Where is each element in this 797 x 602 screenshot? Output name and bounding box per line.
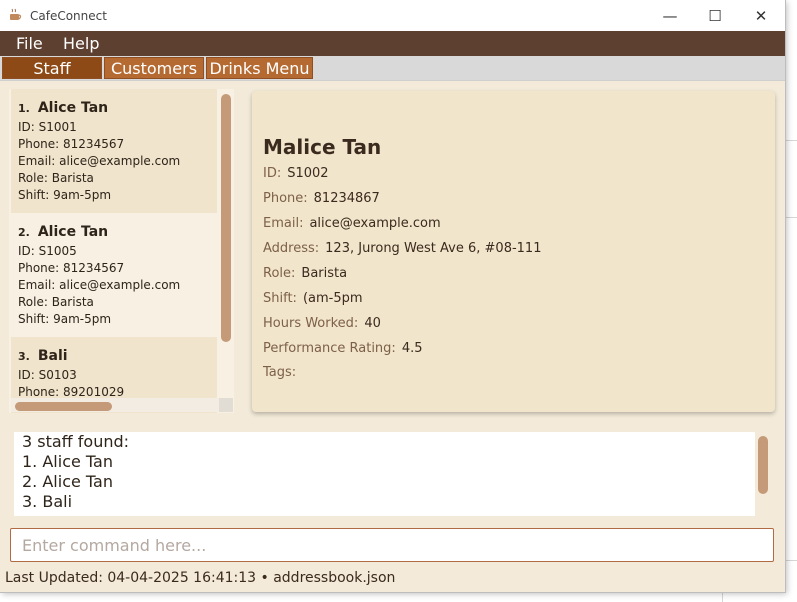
staff-card-shift: Shift: 9am-5pm xyxy=(18,188,112,202)
detail-label: Email: xyxy=(263,216,304,231)
detail-label: Tags: xyxy=(263,365,297,380)
tab-staff[interactable]: Staff xyxy=(2,57,102,79)
detail-address: Address: 123, Jurong West Ave 6, #08-111 xyxy=(263,241,541,256)
tab-customers[interactable]: Customers xyxy=(104,57,204,79)
command-box xyxy=(10,528,774,562)
detail-shift: Shift: (am-5pm xyxy=(263,291,363,306)
scrollbar-corner xyxy=(219,398,233,412)
detail-phone: Phone: 81234867 xyxy=(263,191,380,206)
staff-card-phone: Phone: 81234567 xyxy=(18,137,125,151)
menu-bar: File Help xyxy=(0,31,785,56)
staff-card-email: Email: alice@example.com xyxy=(18,278,181,292)
detail-value: alice@example.com xyxy=(309,216,441,231)
staff-list[interactable]: 1. Alice Tan ID: S1001 Phone: 81234567 E… xyxy=(9,89,234,413)
detail-label: Shift: xyxy=(263,291,297,306)
background-divider-4 xyxy=(722,592,723,602)
detail-value: 4.5 xyxy=(401,341,423,356)
status-bar: Last Updated: 04-04-2025 16:41:13 • addr… xyxy=(5,570,396,586)
result-line: 2. Alice Tan xyxy=(22,472,113,491)
staff-detail-panel: Malice Tan ID: S1002 Phone: 81234867 Email… xyxy=(252,91,775,412)
minimize-icon: — xyxy=(662,6,678,25)
staff-card-header: 1. Alice Tan xyxy=(18,97,217,119)
staff-list-horizontal-scrollbar[interactable] xyxy=(15,402,112,411)
staff-card-name: Alice Tan xyxy=(37,224,109,240)
tab-drinks-menu[interactable]: Drinks Menu xyxy=(206,57,313,79)
staff-card-id: ID: S0103 xyxy=(18,368,77,382)
staff-card-role: Role: Barista xyxy=(18,171,94,185)
staff-card-id: ID: S1001 xyxy=(18,120,77,134)
detail-label: ID: xyxy=(263,166,282,181)
staff-card-id: ID: S1005 xyxy=(18,244,77,258)
result-line: 3 staff found: xyxy=(22,432,130,451)
detail-role: Role: Barista xyxy=(263,266,347,281)
staff-card-index: 3. xyxy=(18,349,30,363)
detail-value: 123, Jurong West Ave 6, #08-111 xyxy=(325,241,542,256)
detail-label: Role: xyxy=(263,266,296,281)
result-scrollbar[interactable] xyxy=(758,436,768,494)
staff-card-header: 3. Bali xyxy=(18,345,217,367)
detail-id: ID: S1002 xyxy=(263,166,329,181)
maximize-button[interactable]: ☐ xyxy=(692,0,738,31)
detail-performance-rating: Performance Rating: 4.5 xyxy=(263,341,423,356)
close-button[interactable]: ✕ xyxy=(738,0,784,31)
maximize-icon: ☐ xyxy=(708,6,722,25)
close-icon: ✕ xyxy=(754,6,768,25)
detail-email: Email: alice@example.com xyxy=(263,216,441,231)
detail-label: Performance Rating: xyxy=(263,341,396,356)
staff-list-vertical-scrollbar[interactable] xyxy=(221,94,231,342)
staff-card-name: Bali xyxy=(37,348,68,364)
window-title: CafeConnect xyxy=(30,9,107,23)
background-divider-2 xyxy=(785,217,797,218)
detail-name: Malice Tan xyxy=(263,135,382,159)
staff-card[interactable]: 2. Alice Tan ID: S1005 Phone: 81234567 E… xyxy=(11,213,217,337)
detail-value: Barista xyxy=(301,266,348,281)
detail-value: 40 xyxy=(364,316,381,331)
detail-value: (am-5pm xyxy=(302,291,363,306)
result-line: 3. Bali xyxy=(22,492,73,511)
staff-card-header: 2. Alice Tan xyxy=(18,221,217,243)
detail-value: S1002 xyxy=(287,166,329,181)
staff-card-shift: Shift: 9am-5pm xyxy=(18,312,112,326)
staff-card-phone: Phone: 81234567 xyxy=(18,261,125,275)
staff-card-index: 2. xyxy=(18,225,30,239)
app-window: CafeConnect — ☐ ✕ File Help Staff Custom… xyxy=(0,0,785,592)
title-bar[interactable]: CafeConnect — ☐ ✕ xyxy=(0,0,785,31)
tab-bar: Staff Customers Drinks Menu xyxy=(0,56,785,81)
staff-card-index: 1. xyxy=(18,101,30,115)
menu-help[interactable]: Help xyxy=(63,34,99,53)
detail-label: Phone: xyxy=(263,191,308,206)
background-divider-1 xyxy=(785,140,797,141)
detail-label: Address: xyxy=(263,241,320,256)
staff-card-email: Email: alice@example.com xyxy=(18,154,181,168)
result-display[interactable]: 3 staff found: 1. Alice Tan 2. Alice Tan… xyxy=(14,432,755,516)
background-divider-3 xyxy=(785,560,797,561)
detail-tags: Tags: xyxy=(263,365,302,380)
staff-card[interactable]: 1. Alice Tan ID: S1001 Phone: 81234567 E… xyxy=(11,89,217,213)
coffee-cup-icon xyxy=(10,8,22,20)
staff-card-name: Alice Tan xyxy=(37,100,109,116)
result-line: 1. Alice Tan xyxy=(22,452,113,471)
minimize-button[interactable]: — xyxy=(647,0,693,31)
command-input[interactable] xyxy=(11,529,773,561)
detail-value: 81234867 xyxy=(313,191,380,206)
detail-label: Hours Worked: xyxy=(263,316,359,331)
staff-card-role: Role: Barista xyxy=(18,295,94,309)
menu-file[interactable]: File xyxy=(16,34,43,53)
detail-hours-worked: Hours Worked: 40 xyxy=(263,316,381,331)
